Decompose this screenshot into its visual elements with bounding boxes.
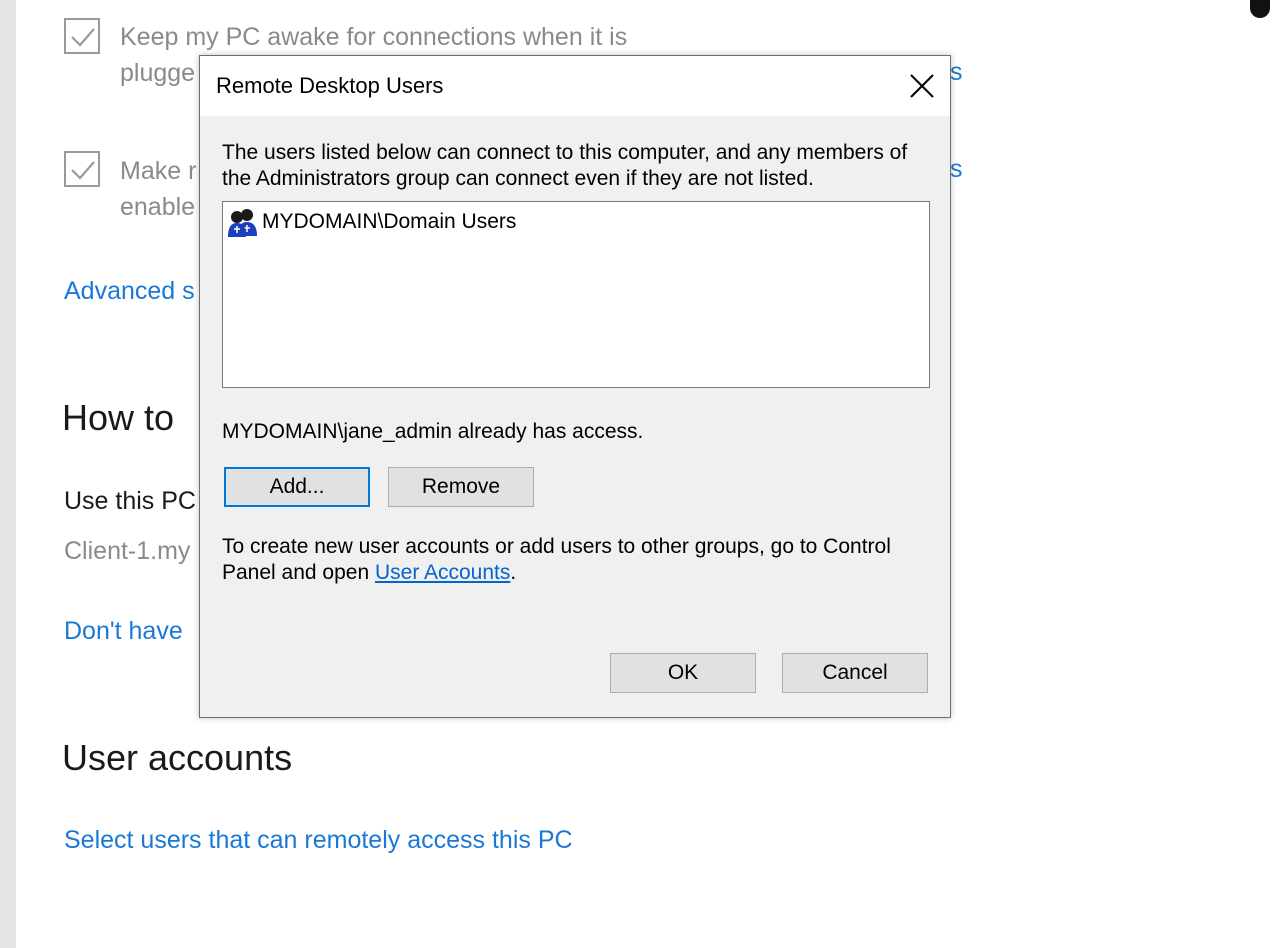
checkmark-icon <box>71 28 95 47</box>
make-discoverable-label-line1: Make r <box>120 157 197 185</box>
remote-desktop-users-dialog: Remote Desktop Users The users listed be… <box>199 55 951 718</box>
users-listbox[interactable]: MYDOMAIN\Domain Users <box>222 201 930 388</box>
user-accounts-info: To create new user accounts or add users… <box>222 534 922 586</box>
checkmark-icon <box>71 161 95 180</box>
add-button[interactable]: Add... <box>224 467 370 507</box>
use-this-pc-label: Use this PC <box>64 487 196 515</box>
dialog-title: Remote Desktop Users <box>216 73 444 98</box>
keep-awake-link-fragment[interactable]: s <box>950 58 963 87</box>
keep-awake-label-line2: plugge <box>120 59 196 87</box>
close-icon <box>910 74 934 98</box>
dialog-titlebar[interactable]: Remote Desktop Users <box>200 56 950 116</box>
select-users-link[interactable]: Select users that can remotely access th… <box>64 826 573 855</box>
ok-button[interactable]: OK <box>610 653 756 693</box>
close-button[interactable] <box>900 64 944 108</box>
dialog-description: The users listed below can connect to th… <box>222 141 908 190</box>
list-item[interactable]: MYDOMAIN\Domain Users <box>226 206 516 238</box>
keep-awake-label-line1: Keep my PC awake for connections when it… <box>120 23 628 51</box>
how-to-connect-heading: How to <box>62 397 175 438</box>
make-discoverable-label-line2: enable <box>120 193 196 221</box>
user-accounts-link[interactable]: User Accounts <box>375 561 510 584</box>
dont-have-client-link[interactable]: Don't have <box>64 617 183 646</box>
info-text: To create new user accounts or add users… <box>222 535 891 584</box>
info-suffix: . <box>510 561 517 584</box>
user-group-icon <box>226 206 260 238</box>
make-discoverable-checkbox[interactable] <box>64 151 100 187</box>
advanced-settings-link[interactable]: Advanced s <box>64 277 195 306</box>
access-status-message: MYDOMAIN\jane_admin already has access. <box>222 420 644 443</box>
list-item-label: MYDOMAIN\Domain Users <box>262 210 517 233</box>
user-accounts-heading: User accounts <box>62 737 293 778</box>
make-discoverable-link-fragment[interactable]: s <box>950 155 963 184</box>
keep-awake-checkbox[interactable] <box>64 18 100 54</box>
remove-button[interactable]: Remove <box>388 467 534 507</box>
cancel-button[interactable]: Cancel <box>782 653 928 693</box>
pc-name-value: Client-1.my <box>64 537 191 565</box>
